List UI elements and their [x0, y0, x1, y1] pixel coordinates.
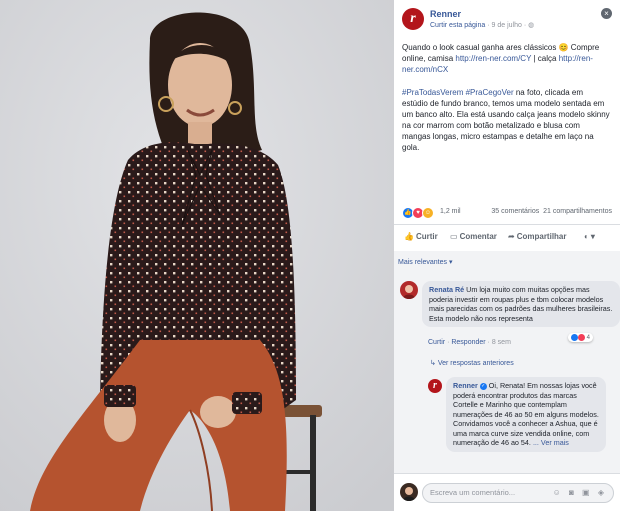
share-label: Compartilhar	[516, 232, 567, 241]
comment-renata-bubble: Renata Ré Um loja muito com muitas opçõe…	[422, 281, 620, 327]
comment-button[interactable]: ▭ Comentar	[450, 232, 497, 241]
comment-text-renner: Oi, Renata! Em nossas lojas você poderá …	[453, 381, 599, 447]
comment-author-renner[interactable]: Renner	[453, 381, 478, 390]
sort-comments-dropdown[interactable]: Mais relevantes ▾	[398, 258, 452, 266]
share-count[interactable]: 21 compartilhamentos	[543, 208, 612, 215]
shirt-link[interactable]: http://ren-ner.com/CY	[455, 54, 531, 63]
comment-label: Comentar	[459, 232, 497, 241]
post-text-calca: | calça	[533, 54, 557, 63]
post-panel: r Renner Curtir esta página · 9 de julho…	[394, 0, 620, 511]
close-icon[interactable]: ×	[601, 8, 612, 19]
comment-composer: Escreva um comentário... ☺ ◙ ▣ ◈	[394, 473, 620, 511]
post-description: na foto, clicada em estúdio de fundo bra…	[402, 88, 610, 152]
verified-badge-icon: ✓	[479, 382, 487, 390]
share-button[interactable]: ➦ Compartilhar	[508, 232, 567, 241]
post-text-intro: Quando o look casual ganha ares clássico…	[402, 43, 569, 52]
comment-renata-actions: Curtir · Responder · 8 sem	[428, 339, 511, 346]
like-page-link[interactable]: Curtir esta página	[430, 22, 485, 29]
post-header: r Renner Curtir esta página · 9 de julho…	[402, 6, 612, 32]
comment-reactions[interactable]: 4	[568, 333, 594, 343]
post-date[interactable]: 9 de julho	[492, 22, 522, 29]
thumbs-up-icon: 👍	[404, 232, 414, 241]
comment-input[interactable]: Escreva um comentário... ☺ ◙ ▣ ◈	[422, 483, 614, 503]
comment-time[interactable]: 8 sem	[492, 339, 511, 346]
post-text: Quando o look casual ganha ares clássico…	[402, 42, 610, 165]
composer-tool-icons[interactable]: ☺ ◙ ▣ ◈	[553, 488, 607, 497]
selector-caret: ▾	[590, 232, 595, 241]
comment-icon: ▭	[450, 232, 458, 241]
meta-separator: ·	[523, 22, 527, 29]
previous-replies-label: Ver respostas anteriores	[437, 360, 514, 367]
reaction-count[interactable]: 1,2 mil	[440, 208, 461, 215]
previous-replies-link[interactable]: ↳ Ver respostas anteriores	[430, 359, 514, 367]
meta-separator: ·	[487, 22, 490, 29]
see-more-link[interactable]: ... Ver mais	[533, 438, 569, 447]
reaction-icons[interactable]: 👍 ♥ ☺	[402, 207, 434, 219]
renata-avatar[interactable]	[400, 281, 418, 299]
action-bar: 👍 Curtir ▭ Comentar ➦ Compartilhar ◐ ▾	[394, 224, 620, 252]
hashtags-link[interactable]: #PraTodasVerem #PraCegoVer	[402, 88, 514, 97]
comment-like-link[interactable]: Curtir	[428, 339, 445, 346]
current-user-avatar[interactable]	[400, 483, 418, 501]
share-icon: ➦	[508, 232, 515, 241]
comment-count[interactable]: 35 comentários	[491, 208, 539, 215]
comment-reply-link[interactable]: Responder	[451, 339, 485, 346]
like-reaction-icon	[571, 334, 578, 341]
renner-reply-avatar[interactable]: r	[428, 379, 442, 393]
comments-section: Mais relevantes ▾ Renata Ré Um loja muit…	[394, 251, 620, 473]
comment-reaction-count: 4	[586, 335, 591, 342]
reaction-avatar-selector[interactable]: ◐ ▾	[584, 232, 595, 241]
post-photo[interactable]	[0, 0, 394, 511]
post-stats: 35 comentários 21 compartilhamentos	[491, 208, 612, 215]
like-label: Curtir	[415, 232, 438, 241]
renner-logo[interactable]: r	[402, 8, 424, 30]
woman-on-stool-image	[0, 0, 394, 511]
user-avatar-icon: ◐	[584, 232, 589, 241]
like-button[interactable]: 👍 Curtir	[404, 232, 438, 241]
globe-icon: ◍	[528, 22, 535, 29]
comment-input-placeholder: Escreva um comentário...	[430, 488, 516, 497]
love-reaction-icon	[578, 334, 585, 341]
reply-arrow-icon: ↳	[430, 360, 436, 367]
haha-reaction-icon: ☺	[422, 207, 434, 219]
reactions-bar: 👍 ♥ ☺ 1,2 mil 35 comentários 21 compartilh…	[402, 206, 612, 220]
comment-author-renata[interactable]: Renata Ré	[429, 285, 464, 294]
comment-renner-bubble: Renner ✓ Oi, Renata! Em nossas lojas voc…	[446, 377, 606, 452]
page-name-link[interactable]: Renner	[430, 9, 461, 19]
post-meta: Curtir esta página · 9 de julho · ◍	[430, 21, 534, 29]
